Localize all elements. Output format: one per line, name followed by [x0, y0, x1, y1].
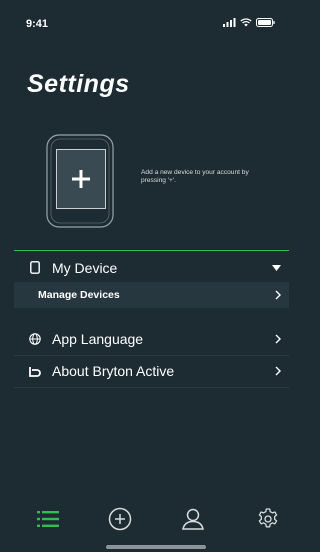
add-device-hint: Add a new device to your account by pres… [141, 169, 249, 184]
device-icon [28, 261, 42, 275]
page-title: Settings [27, 70, 130, 98]
accent-divider [14, 250, 289, 251]
wifi-icon [240, 18, 252, 27]
my-device-row[interactable]: My Device [14, 253, 289, 282]
device-illustration [46, 134, 114, 228]
settings-gear-icon [258, 508, 278, 528]
signal-icon [223, 18, 236, 27]
app-language-row[interactable]: App Language [14, 324, 289, 354]
about-row[interactable]: About Bryton Active [14, 356, 289, 386]
tab-list[interactable] [35, 506, 61, 532]
caret-down-icon [272, 264, 281, 271]
status-bar: 9:41 [0, 0, 289, 44]
chevron-right-icon [275, 334, 281, 344]
manage-devices-label: Manage Devices [38, 289, 120, 301]
row-divider [14, 387, 289, 388]
tab-settings[interactable] [255, 506, 281, 532]
battery-icon [256, 18, 275, 27]
manage-devices-row[interactable]: Manage Devices [14, 282, 289, 308]
user-icon [182, 508, 204, 530]
list-icon [37, 511, 59, 527]
tab-add[interactable] [107, 506, 133, 532]
my-device-label: My Device [52, 259, 118, 276]
tab-profile[interactable] [180, 506, 206, 532]
chevron-right-icon [275, 366, 281, 376]
about-label: About Bryton Active [52, 363, 175, 379]
status-time: 9:41 [26, 18, 49, 30]
add-circle-icon [108, 507, 132, 531]
globe-icon [28, 332, 42, 346]
plus-icon [72, 170, 90, 188]
tab-bar [0, 506, 289, 540]
bryton-logo-icon [28, 364, 42, 378]
status-icons [223, 18, 275, 27]
app-language-label: App Language [52, 331, 144, 347]
chevron-right-icon [275, 290, 281, 300]
add-device-button[interactable] [56, 149, 106, 209]
home-indicator [106, 545, 206, 549]
